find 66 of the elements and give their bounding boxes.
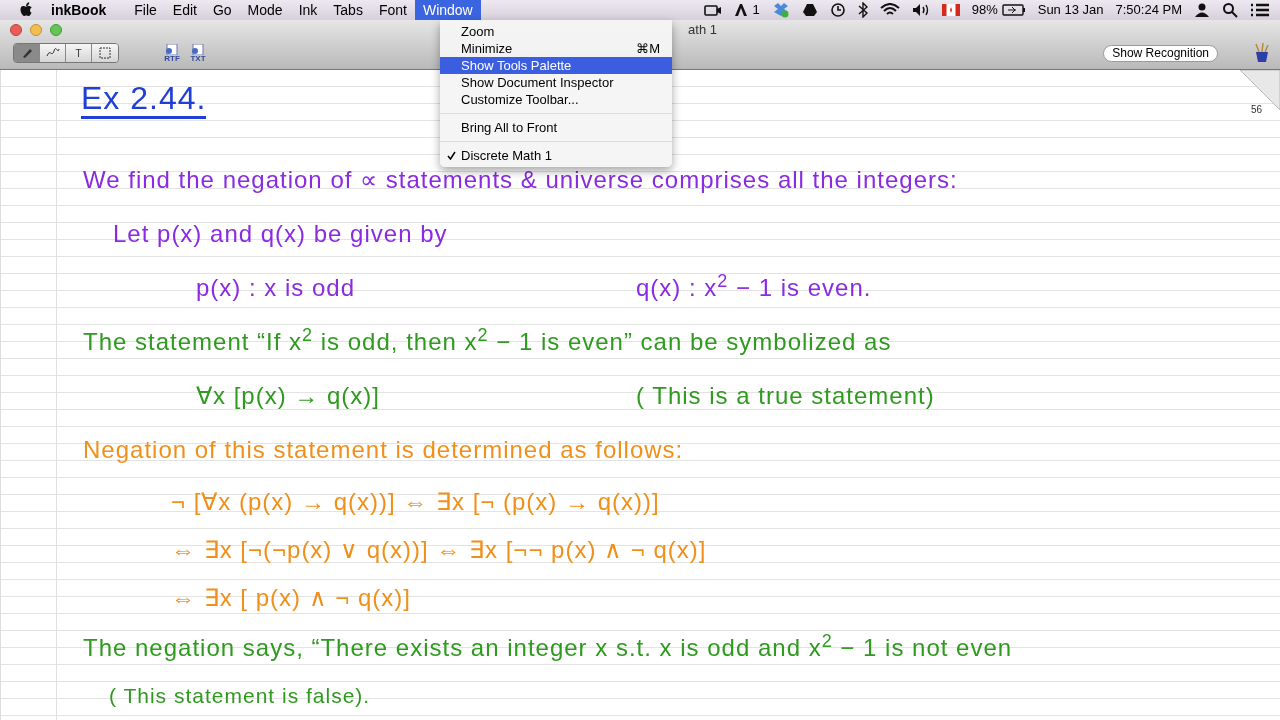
flag-icon[interactable] — [941, 4, 960, 16]
pencil-cup-icon[interactable] — [1252, 42, 1272, 64]
menu-item[interactable]: Font — [370, 0, 415, 20]
handwritten-text: We find the negation of ∝ statements & universe comprises all the integers: — [83, 165, 958, 195]
menu-item[interactable]: Go — [204, 0, 240, 20]
export-label: RTF — [164, 54, 180, 63]
menu-item[interactable]: Window — [414, 0, 481, 20]
document-icon — [164, 43, 180, 55]
export-button[interactable]: RTF — [164, 43, 180, 63]
menu-bar-date: Sun 13 Jan — [1037, 1, 1104, 20]
handwritten-text: ( This statement is false). — [109, 683, 371, 709]
menu-option[interactable]: Customize Toolbar... — [440, 91, 672, 108]
text-tool[interactable]: T — [66, 44, 92, 62]
show-recognition-button[interactable]: Show Recognition — [1103, 44, 1218, 62]
notification-count: 1 — [752, 1, 760, 20]
menu-item[interactable]: Edit — [164, 0, 205, 20]
bluetooth-icon[interactable] — [857, 2, 868, 18]
menu-option[interactable]: Bring All to Front — [440, 119, 672, 136]
menu-item[interactable]: Ink — [290, 0, 326, 20]
list-icon[interactable] — [1250, 2, 1270, 18]
menu-item[interactable]: File — [126, 0, 165, 20]
export-label: TXT — [190, 54, 206, 63]
handwritten-text: ( This is a true statement) — [636, 381, 935, 411]
user-icon[interactable] — [1194, 2, 1210, 18]
menu-option[interactable]: Minimize ⌘M — [440, 40, 672, 57]
clock-icon[interactable] — [829, 2, 846, 18]
document-icon — [190, 43, 206, 55]
camera-icon[interactable] — [704, 4, 723, 16]
handwritten-text: ∀x [p(x) → q(x)] — [196, 381, 381, 411]
menu-option[interactable]: Show Tools Palette — [440, 57, 672, 74]
handwritten-text: ¬ [∀x (p(x) → q(x))] ⇔ ∃x [¬ (p(x) → q(x))] — [171, 487, 660, 517]
app-name: inkBook — [51, 0, 107, 20]
close-button[interactable] — [10, 24, 22, 36]
scribble-icon — [45, 47, 60, 59]
search-icon[interactable] — [1222, 2, 1238, 18]
handwritten-text: The negation says, “There exists an integer x s.t. x is odd and x$^{2}$ − 1 is not even — [83, 630, 1013, 663]
checkmark-icon — [447, 151, 456, 160]
menu-option[interactable]: Discrete Math 1 — [440, 147, 672, 164]
handwritten-heading: Ex 2.44. — [81, 82, 207, 119]
handwritten-text: ⇔ ∃x [ p(x) ∧ ¬ q(x)] — [171, 583, 412, 613]
wifi-icon[interactable] — [879, 3, 900, 17]
handwritten-text: q(x) : x$^{2}$ − 1 is even. — [636, 270, 872, 303]
apple-icon[interactable] — [19, 2, 35, 18]
zoom-button[interactable] — [50, 24, 62, 36]
handwritten-text: The statement “If x$^{2}$ is odd, then x$^{2}$ − 1 is even” can be symbolized as — [83, 324, 892, 357]
window-title: ath 1 — [688, 21, 717, 40]
menu-option[interactable]: Zoom — [440, 23, 672, 40]
handwritten-text: p(x) : x is odd — [196, 273, 357, 303]
battery-percent: 98% — [971, 1, 998, 20]
select-tool[interactable] — [92, 44, 118, 62]
scribble-tool[interactable] — [40, 44, 66, 62]
page-number: 56 — [1250, 103, 1262, 117]
handwritten-text: Negation of this statement is determined as follows: — [83, 435, 684, 465]
menu-item[interactable]: Mode — [239, 0, 291, 20]
battery-icon[interactable] — [1001, 4, 1026, 16]
menu-option[interactable]: Show Document Inspector — [440, 74, 672, 91]
speaker-icon[interactable] — [911, 3, 930, 17]
letter-a-icon[interactable] — [734, 3, 749, 17]
menu-bar-clock: 7:50:24 PM — [1115, 1, 1182, 20]
pen-tool[interactable] — [14, 44, 40, 62]
export-button[interactable]: TXT — [190, 43, 206, 63]
selection-icon — [99, 47, 111, 59]
pen-icon — [20, 47, 33, 59]
handwritten-text: ⇔ ∃x [¬(¬p(x) ∨ q(x))] ⇔ ∃x [¬¬ p(x) ∧ ¬ q(x)] — [171, 535, 707, 565]
menu-item[interactable]: Tabs — [325, 0, 371, 20]
handwritten-text: Let p(x) and q(x) be given by — [113, 219, 448, 249]
